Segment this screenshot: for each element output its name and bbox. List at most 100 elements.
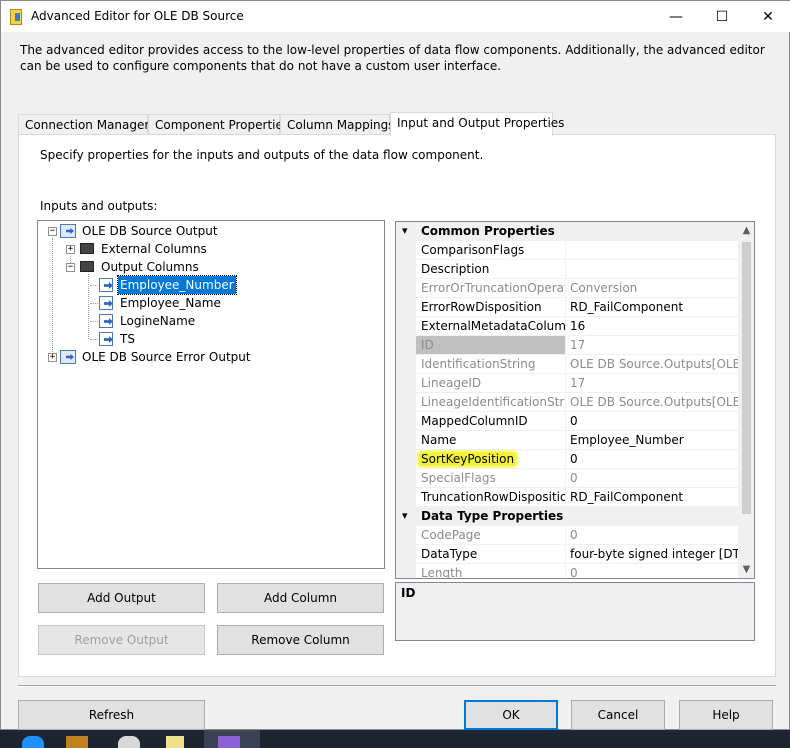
output-icon [60,224,76,238]
tree-line [90,339,98,340]
property-row[interactable]: DataTypefour-byte signed integer [DT_I4] [396,545,738,564]
tab-component-properties[interactable]: Component Properties [148,114,289,135]
media-player-icon[interactable] [66,736,88,748]
refresh-button[interactable]: Refresh [18,700,205,730]
property-row-sortkeyposition[interactable]: SortKeyPosition 0 [396,450,738,469]
expand-toggle[interactable]: + [48,353,57,362]
category-data-type-properties[interactable]: ▾ Data Type Properties [396,507,738,526]
property-value[interactable]: four-byte signed integer [DT_I4] [567,545,738,564]
property-row[interactable]: TruncationRowDisposition RD_FailComponent [396,488,738,507]
property-row[interactable]: LineageID 17 [396,374,738,393]
property-name: SpecialFlags [416,469,566,488]
column-icon [99,332,113,346]
tree-node-column-selected[interactable]: Employee_Number [117,275,237,295]
property-grid[interactable]: ▾ Common Properties ComparisonFlags Desc… [395,221,755,579]
property-row[interactable]: Description [396,260,738,279]
remove-column-button[interactable]: Remove Column [217,625,384,655]
tree-line [90,285,98,286]
property-row[interactable]: CodePage 0 [396,526,738,545]
property-name: ErrorOrTruncationOperation [416,279,566,298]
help-button[interactable]: Help [679,700,773,730]
category-label: Data Type Properties [421,509,564,523]
inputs-outputs-tree[interactable]: − OLE DB Source Output + External Column… [37,220,385,569]
property-value[interactable]: 16 [567,317,738,336]
collapse-category-icon[interactable]: ▾ [402,224,408,237]
property-name: ErrorRowDisposition [416,298,566,317]
minimize-button[interactable]: — [653,1,699,32]
folder-icon [80,261,94,272]
property-value[interactable]: 0 [567,450,738,469]
close-button[interactable]: ✕ [745,1,790,32]
property-value[interactable] [567,260,738,279]
visual-studio-icon [218,736,240,748]
folder-icon [80,243,94,254]
editor-description: The advanced editor provides access to t… [20,43,765,73]
property-row[interactable]: SpecialFlags 0 [396,469,738,488]
add-column-button[interactable]: Add Column [217,583,384,613]
tab-input-output-properties[interactable]: Input and Output Properties [390,112,564,136]
property-name: TruncationRowDisposition [416,488,566,507]
maximize-button[interactable]: ☐ [699,1,745,32]
scroll-down-icon[interactable]: ▼ [738,561,754,578]
property-value[interactable]: 17 [567,374,738,393]
tree-line [88,274,89,339]
category-common-properties[interactable]: ▾ Common Properties [396,222,738,241]
property-value[interactable]: RD_FailComponent [567,488,738,507]
property-name: CodePage [416,526,566,545]
paint-icon[interactable] [118,736,140,748]
tree-node-external-columns[interactable]: External Columns [101,240,207,258]
collapse-toggle[interactable]: − [48,227,57,236]
property-row[interactable]: ErrorRowDisposition RD_FailComponent [396,298,738,317]
property-value[interactable]: Employee_Number [567,431,738,450]
property-value[interactable] [567,241,738,260]
property-row[interactable]: MappedColumnID 0 [396,412,738,431]
tree-node-source-output[interactable]: OLE DB Source Output [82,222,218,240]
property-value[interactable]: Conversion [567,279,738,298]
property-value[interactable]: 0 [567,526,738,545]
property-name: MappedColumnID [416,412,566,431]
scroll-thumb[interactable] [742,242,751,514]
tree-node-column[interactable]: Employee_Name [120,294,221,312]
property-name: ComparisonFlags [416,241,566,260]
property-value[interactable]: 0 [567,412,738,431]
property-description-panel: ID [395,582,755,641]
remove-output-button[interactable]: Remove Output [38,625,205,655]
internet-explorer-icon[interactable] [22,736,44,748]
property-row[interactable]: LineageIdentificationStringOLE DB Source… [396,393,738,412]
column-icon [99,278,113,292]
column-icon [99,314,113,328]
property-value[interactable]: 17 [567,336,738,355]
cancel-button[interactable]: Cancel [571,700,665,730]
property-row[interactable]: Name Employee_Number [396,431,738,450]
property-value[interactable]: OLE DB Source.Outputs[OLE DB [567,393,738,412]
collapse-category-icon[interactable]: ▾ [402,509,408,522]
tab-connection-managers[interactable]: Connection Managers [18,114,156,135]
property-name: Description [416,260,566,279]
property-name: LineageIdentificationString [416,393,566,412]
property-grid-scrollbar[interactable]: ▲ ▼ [738,222,754,578]
property-value[interactable]: RD_FailComponent [567,298,738,317]
property-row[interactable]: ErrorOrTruncationOperationConversion [396,279,738,298]
ok-button[interactable]: OK [464,700,558,730]
advanced-editor-window: Advanced Editor for OLE DB Source — ☐ ✕ … [0,0,790,730]
property-value[interactable]: 0 [567,564,738,578]
collapse-toggle[interactable]: − [66,263,75,272]
tree-node-output-columns[interactable]: Output Columns [101,258,199,276]
expand-toggle[interactable]: + [66,245,75,254]
category-label: Common Properties [421,224,555,238]
property-row[interactable]: Length 0 [396,564,738,578]
tree-node-column[interactable]: LogineName [120,312,195,330]
property-row[interactable]: IdentificationString OLE DB Source.Output… [396,355,738,374]
property-row[interactable]: ExternalMetadataColumnID16 [396,317,738,336]
property-row[interactable]: ComparisonFlags [396,241,738,260]
tree-node-error-output[interactable]: OLE DB Source Error Output [82,348,251,366]
tree-line [52,238,53,358]
property-row-selected[interactable]: ID 17 [396,336,738,355]
folder-taskbar-icon[interactable] [166,736,184,748]
property-value[interactable]: OLE DB Source.Outputs[OLE DB [567,355,738,374]
tab-column-mappings[interactable]: Column Mappings [280,114,395,135]
scroll-up-icon[interactable]: ▲ [738,222,754,239]
property-value[interactable]: 0 [567,469,738,488]
tree-node-column[interactable]: TS [120,330,135,348]
add-output-button[interactable]: Add Output [38,583,205,613]
